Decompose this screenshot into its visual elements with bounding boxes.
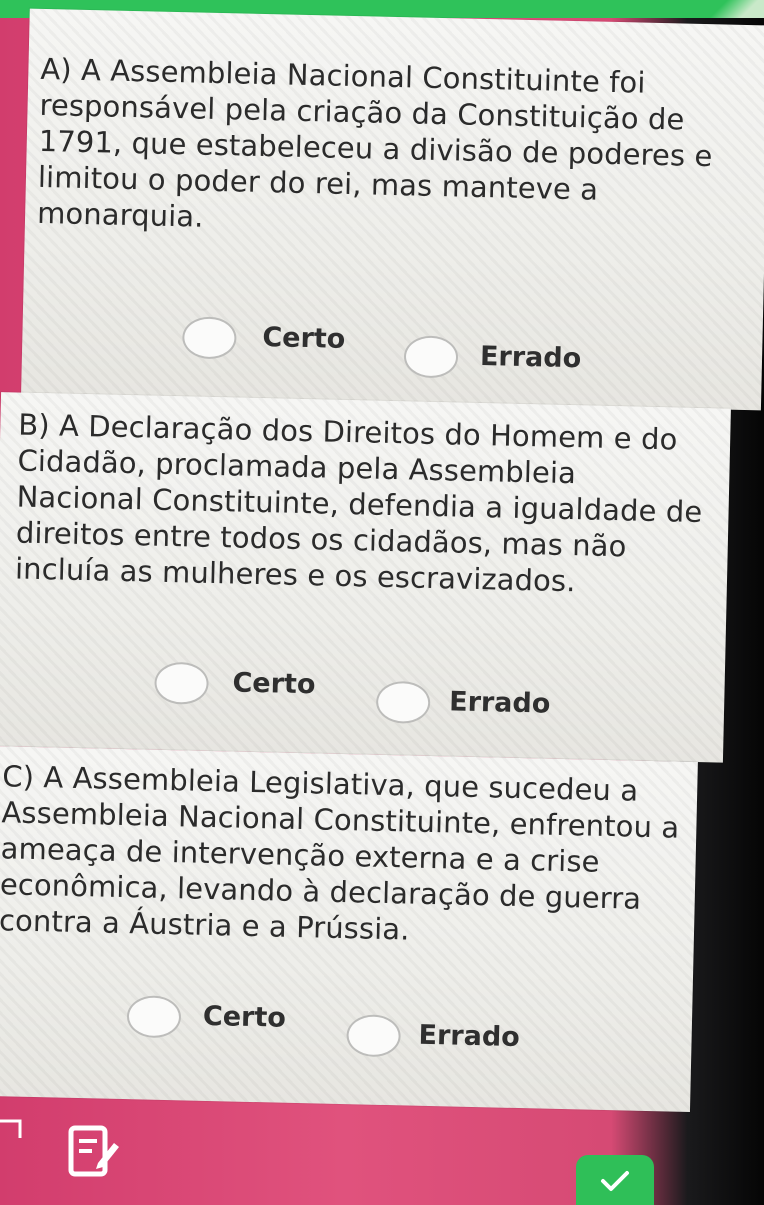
option-b-certo-label[interactable]: Certo [232, 667, 316, 700]
radio-a-errado[interactable] [403, 335, 459, 379]
screen: A) A Assembleia Nacional Constituinte fo… [0, 0, 764, 1205]
radio-b-certo[interactable] [154, 661, 210, 705]
corner-bracket-icon [0, 1119, 22, 1138]
option-a-certo-label[interactable]: Certo [262, 322, 346, 355]
question-card-c: C) A Assembleia Legislativa, que sucedeu… [0, 745, 698, 1112]
radio-a-certo[interactable] [181, 316, 237, 360]
option-c-errado-label[interactable]: Errado [418, 1020, 520, 1053]
radio-b-errado[interactable] [375, 680, 431, 724]
check-answers-button[interactable] [576, 1155, 654, 1205]
edit-notes-icon[interactable] [68, 1125, 120, 1179]
question-text-a: A) A Assembleia Nacional Constituinte fo… [37, 51, 715, 246]
check-icon [601, 1171, 629, 1191]
option-b-errado-label[interactable]: Errado [449, 686, 551, 719]
question-text-c: C) A Assembleia Legislativa, que sucedeu… [0, 758, 680, 953]
radio-c-errado[interactable] [346, 1014, 402, 1058]
option-a-errado-label[interactable]: Errado [480, 341, 582, 374]
question-card-a: A) A Assembleia Nacional Constituinte fo… [21, 8, 764, 411]
option-c-certo-label[interactable]: Certo [203, 1001, 287, 1034]
question-card-b: B) A Declaração dos Direitos do Homem e … [0, 392, 731, 763]
question-text-b: B) A Declaração dos Direitos do Homem e … [15, 407, 705, 603]
radio-c-certo[interactable] [126, 995, 182, 1039]
question-sheet: A) A Assembleia Nacional Constituinte fo… [0, 0, 764, 1205]
